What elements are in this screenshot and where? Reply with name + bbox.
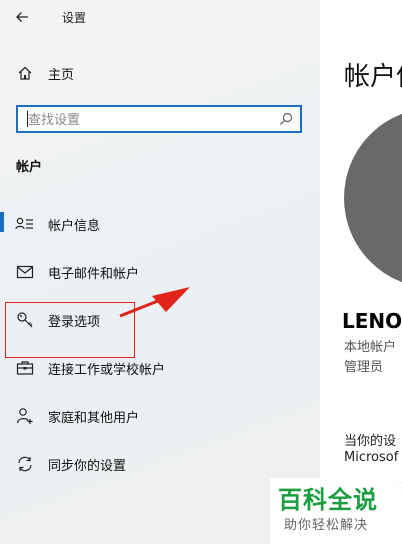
nav-account-info[interactable]: 帐户信息 [0,206,320,242]
section-heading: 帐户 [16,160,43,175]
account-role: 管理员 [344,360,384,375]
account-info-icon [14,215,36,233]
nav-home[interactable]: 主页 [0,55,320,91]
home-icon [14,64,36,82]
avatar [344,108,402,288]
back-button[interactable] [10,6,34,28]
nav-family-users[interactable]: 家庭和其他用户 [0,398,320,434]
watermark-subtitle: 助你轻松解决 [284,518,369,533]
page-heading: 帐户信 [344,62,402,92]
nav-email-accounts[interactable]: 电子邮件和帐户 [0,254,320,290]
watermark-title: 百科全说 [278,486,378,514]
account-type: 本地帐户 [344,340,397,355]
nav-sync-settings[interactable]: 同步你的设置 [0,446,320,482]
title-bar: 设置 [0,0,320,34]
search-box[interactable] [16,105,302,133]
annotation-highlight-box [5,302,135,358]
nav-email-accounts-label: 电子邮件和帐户 [48,266,140,282]
mail-icon [14,263,36,281]
person-add-icon [14,407,36,425]
back-arrow-icon [16,12,28,22]
text-caret [27,111,28,127]
nav-family-users-label: 家庭和其他用户 [48,410,140,426]
main-content: 帐户信 LENO 本地帐户 管理员 当你的设 Microsof ic [320,0,402,544]
search-input[interactable] [26,107,270,133]
account-name: LENO [342,309,402,333]
settings-sidebar: 设置 主页 帐户 帐户信息 电子邮件和帐户 登录选项 [0,0,320,544]
description-line-2: Microsof [344,450,399,465]
briefcase-icon [14,359,36,377]
window-title: 设置 [62,11,87,25]
nav-home-label: 主页 [48,67,75,83]
nav-sync-settings-label: 同步你的设置 [48,458,127,474]
search-icon[interactable] [278,111,294,127]
watermark: 百科全说 助你轻松解决 [270,478,402,544]
nav-work-school-label: 连接工作或学校帐户 [48,362,166,378]
sync-icon [14,455,36,473]
nav-account-info-label: 帐户信息 [48,218,101,234]
description-line-1: 当你的设 [344,434,397,449]
